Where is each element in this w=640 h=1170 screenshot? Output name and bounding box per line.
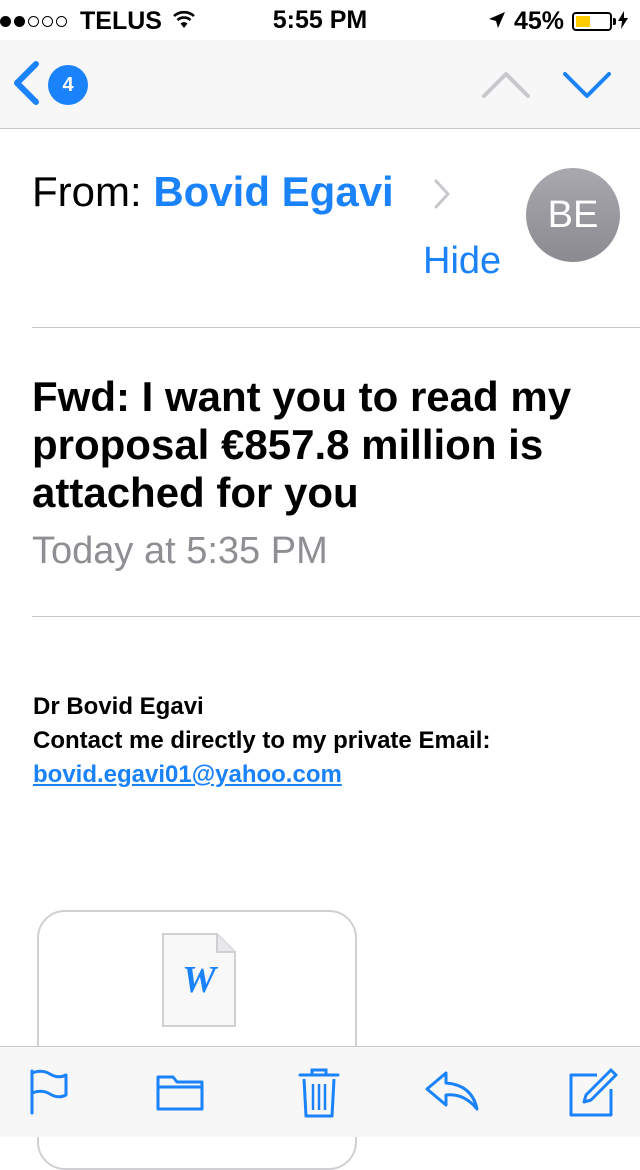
sender-name[interactable]: Bovid Egavi: [153, 168, 393, 215]
status-right: 45%: [488, 6, 628, 36]
location-arrow-icon: [488, 7, 506, 36]
from-row: From: Bovid Egavi: [32, 168, 394, 216]
email-subject: Fwd: I want you to read my proposal €857…: [32, 373, 572, 516]
flag-icon[interactable]: [26, 1067, 70, 1120]
body-line: Dr Bovid Egavi: [33, 693, 204, 720]
chevron-right-icon[interactable]: [432, 178, 452, 215]
body-line: Contact me directly to my private Email:: [33, 727, 491, 754]
word-document-icon: W: [161, 932, 237, 1033]
divider: [32, 616, 640, 617]
up-chevron-icon[interactable]: [480, 68, 532, 105]
bottom-toolbar: [0, 1046, 640, 1137]
divider: [32, 327, 640, 328]
from-label: From:: [32, 168, 142, 215]
status-bar: TELUS 5:55 PM 45%: [0, 0, 640, 40]
email-date: Today at 5:35 PM: [32, 530, 328, 572]
word-letter: W: [182, 959, 219, 1001]
battery-icon: [572, 11, 616, 31]
unread-count-badge: 4: [48, 65, 88, 105]
nav-bar: 4: [0, 40, 640, 129]
charging-bolt-icon: [618, 7, 628, 36]
trash-icon[interactable]: [297, 1067, 341, 1124]
folder-icon[interactable]: [155, 1067, 205, 1120]
back-button[interactable]: 4: [12, 60, 88, 110]
reply-icon[interactable]: [424, 1067, 480, 1120]
email-body: Dr Bovid Egavi Contact me directly to my…: [33, 690, 490, 792]
battery-percent: 45%: [513, 6, 564, 35]
compose-icon[interactable]: [567, 1067, 619, 1124]
hide-button[interactable]: Hide: [423, 240, 501, 283]
battery-level: [576, 15, 591, 27]
down-chevron-icon[interactable]: [561, 68, 613, 105]
email-link[interactable]: bovid.egavi01@yahoo.com: [33, 761, 342, 788]
avatar[interactable]: BE: [526, 168, 620, 262]
back-chevron-icon: [12, 60, 40, 110]
